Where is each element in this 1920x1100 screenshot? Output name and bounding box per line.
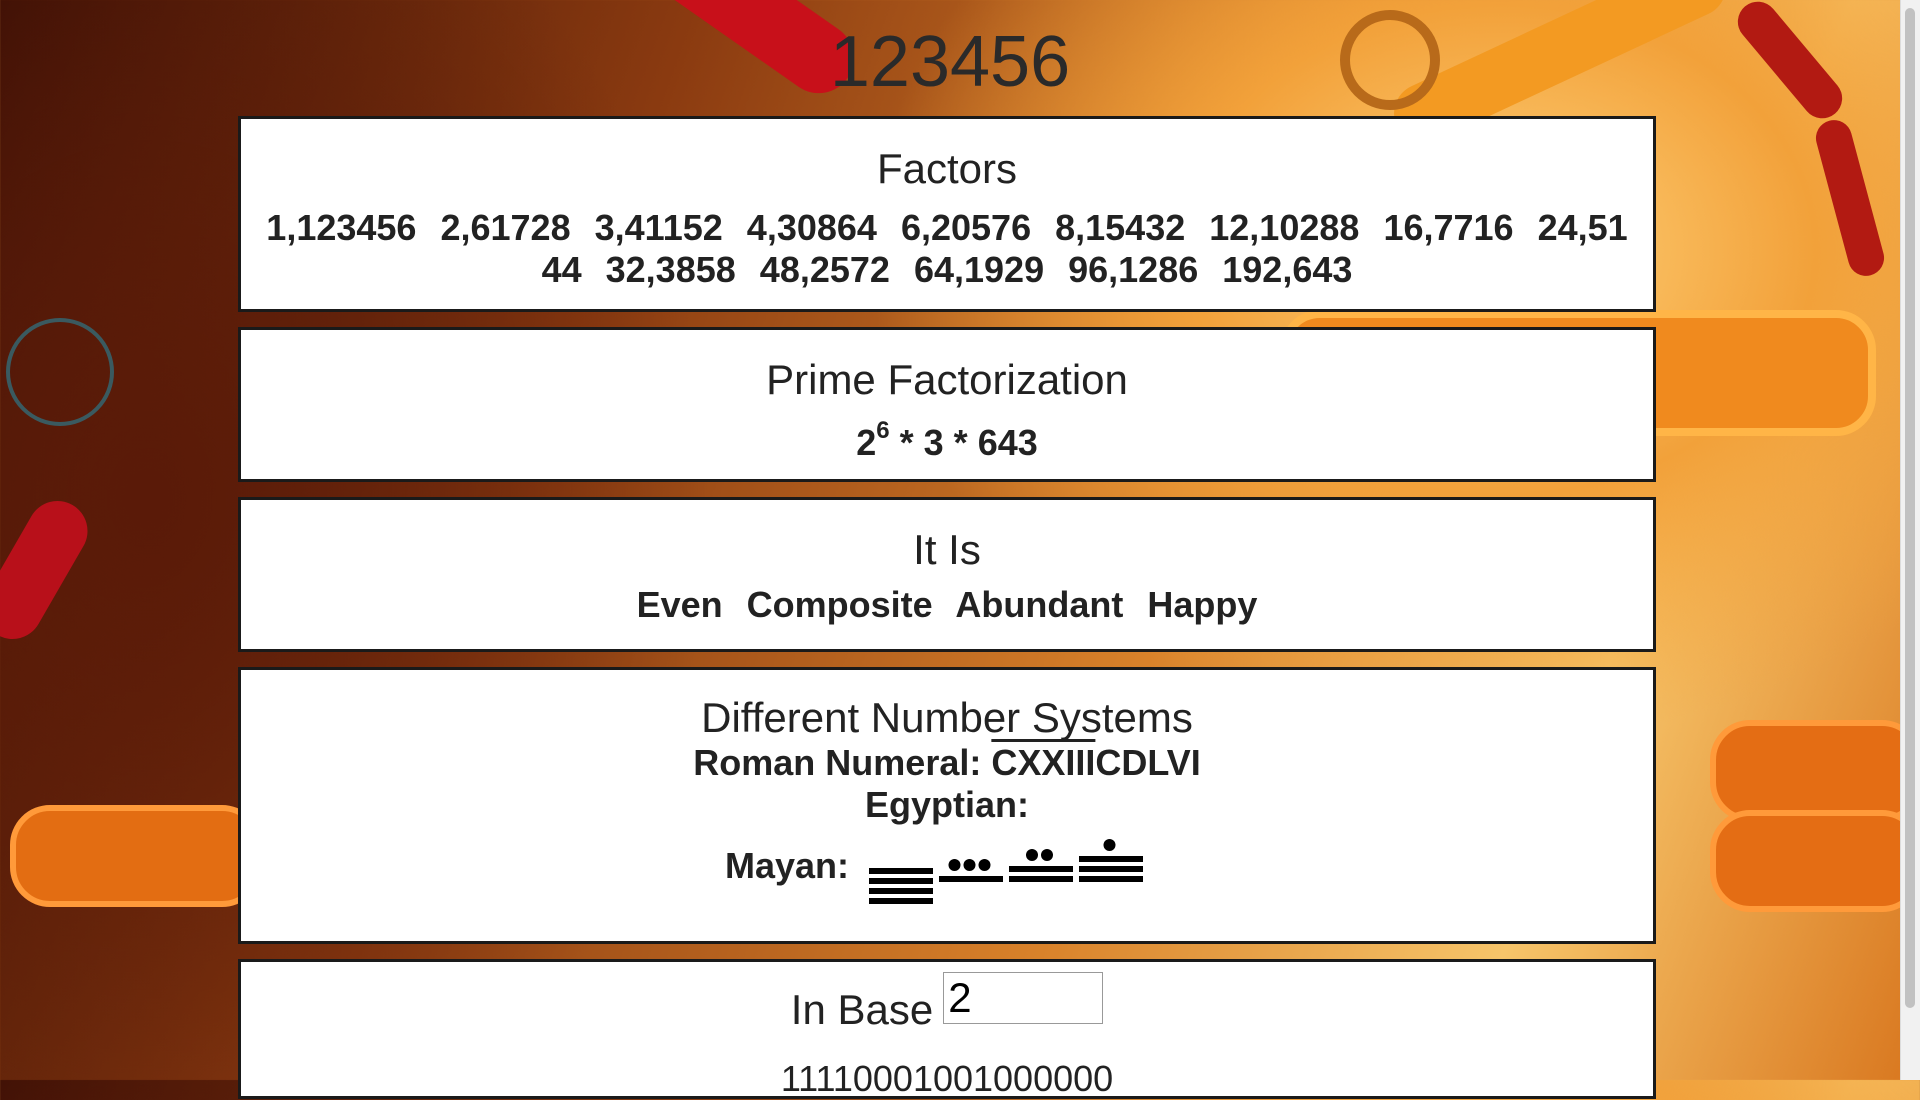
egyptian-row: Egyptian: bbox=[241, 784, 1653, 826]
factor-pair: 2,61728 bbox=[440, 207, 571, 248]
mayan-dot bbox=[963, 859, 976, 871]
mayan-dot bbox=[1026, 849, 1039, 861]
factor-pair: 32,3858 bbox=[605, 249, 736, 290]
factor-pair: 48,2572 bbox=[759, 249, 890, 290]
property-abundant: Abundant bbox=[955, 584, 1124, 625]
mayan-bar bbox=[1079, 866, 1144, 872]
vertical-scrollbar[interactable] bbox=[1900, 0, 1920, 1080]
factor-pair: 1,123456 bbox=[266, 207, 417, 248]
mayan-row: Mayan: bbox=[241, 826, 1653, 906]
factor-pair: 4,30864 bbox=[746, 207, 877, 248]
in-base-heading: In Base bbox=[790, 986, 934, 1033]
factor-pair: 16,7716 bbox=[1383, 207, 1514, 248]
property-even: Even bbox=[636, 584, 723, 625]
base-input[interactable] bbox=[943, 972, 1104, 1024]
factors-card: Factors 1,123456 2,61728 3,41152 4,30864… bbox=[238, 116, 1656, 312]
properties-list: Even Composite Abundant Happy bbox=[241, 584, 1653, 626]
in-base-card: In Base 11110001001000000 bbox=[238, 959, 1656, 1099]
prime-factorization-card: Prime Factorization 26 * 3 * 643 bbox=[238, 327, 1656, 482]
factor-pair: 64,1929 bbox=[913, 249, 1045, 290]
mayan-bar bbox=[869, 888, 934, 894]
roman-label: Roman Numeral: bbox=[693, 742, 982, 783]
prime-factorization-heading: Prime Factorization bbox=[766, 356, 1128, 403]
mayan-label: Mayan: bbox=[724, 845, 850, 886]
base-result: 11110001001000000 bbox=[780, 1058, 1114, 1099]
mayan-bar bbox=[939, 876, 1004, 882]
roman-overlined: CXXIII bbox=[991, 742, 1096, 783]
factors-list: 1,123456 2,61728 3,41152 4,30864 6,20576… bbox=[265, 207, 1629, 291]
factor-pair: 6,20576 bbox=[900, 207, 1032, 248]
number-systems-card: Different Number Systems Roman Numeral: … bbox=[238, 667, 1656, 944]
mayan-bar bbox=[869, 898, 934, 904]
factor-pair: 96,1286 bbox=[1068, 249, 1199, 290]
mayan-bar bbox=[869, 868, 934, 874]
prime-exponent: 6 bbox=[876, 417, 890, 444]
prime-factorization-value: 26 * 3 * 643 bbox=[241, 414, 1653, 464]
mayan-bar bbox=[1009, 866, 1074, 872]
scrollbar-thumb[interactable] bbox=[1905, 8, 1915, 1008]
property-happy: Happy bbox=[1147, 584, 1258, 625]
it-is-heading: It Is bbox=[913, 526, 981, 573]
mayan-bar bbox=[1009, 876, 1074, 882]
page-title: 123456 bbox=[829, 22, 1071, 102]
mayan-bar bbox=[1079, 856, 1144, 862]
factor-pair: 8,15432 bbox=[1055, 207, 1186, 248]
roman-rest: CDLVI bbox=[1095, 742, 1201, 783]
mayan-numerals bbox=[869, 839, 1144, 904]
mayan-dot bbox=[1041, 849, 1054, 861]
mayan-bar bbox=[1079, 876, 1144, 882]
mayan-bar bbox=[869, 878, 934, 884]
mayan-dot bbox=[948, 859, 961, 871]
roman-numeral-row: Roman Numeral: CXXIIICDLVI bbox=[241, 742, 1653, 784]
egyptian-label: Egyptian: bbox=[864, 784, 1029, 825]
factor-pair: 3,41152 bbox=[594, 207, 723, 248]
number-systems-heading: Different Number Systems bbox=[701, 694, 1193, 741]
factor-pair: 192,643 bbox=[1222, 249, 1353, 290]
factor-pair: 12,10288 bbox=[1209, 207, 1360, 248]
prime-base: 2 bbox=[856, 422, 877, 463]
prime-rest: * 3 * 643 bbox=[899, 422, 1038, 463]
factors-heading: Factors bbox=[876, 145, 1018, 192]
it-is-card: It Is Even Composite Abundant Happy bbox=[238, 497, 1656, 652]
mayan-dot bbox=[1103, 839, 1116, 851]
mayan-dot bbox=[978, 859, 991, 871]
property-composite: Composite bbox=[746, 584, 933, 625]
